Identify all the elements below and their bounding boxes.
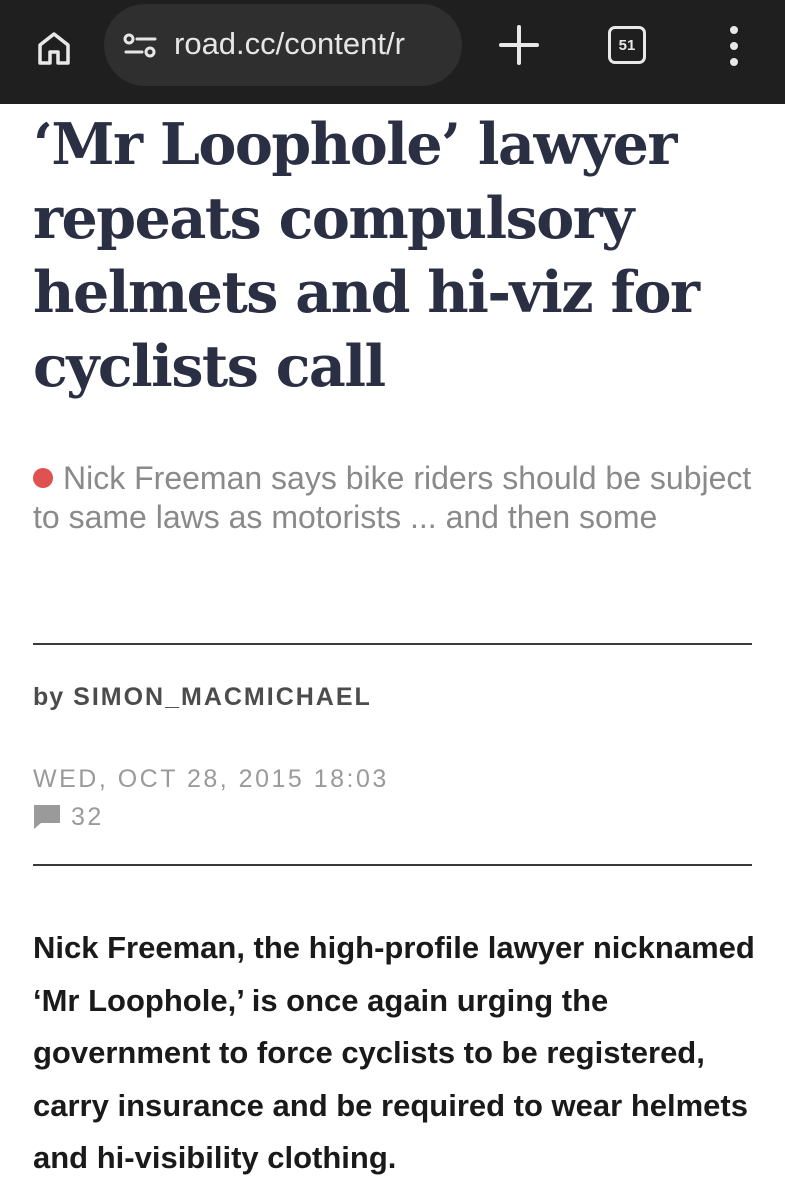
- home-button[interactable]: [30, 24, 78, 72]
- publish-date: WED, OCT 28, 2015 18:03: [33, 765, 389, 793]
- comment-count: 32: [71, 802, 104, 831]
- tune-icon[interactable]: [122, 30, 160, 60]
- red-dot-icon: [33, 468, 53, 488]
- comment-icon: [34, 805, 60, 829]
- article-headline: ‘Mr Loophole’ lawyer repeats compulsory …: [33, 111, 700, 400]
- byline: by SIMON_MACMICHAEL: [33, 683, 372, 712]
- comments-link[interactable]: 32: [33, 802, 104, 832]
- plus-icon[interactable]: [496, 22, 542, 68]
- author-link[interactable]: SIMON_MACMICHAEL: [73, 683, 372, 711]
- standfirst-text: Nick Freeman says bike riders should be …: [33, 460, 752, 535]
- home-icon: [38, 32, 70, 65]
- more-vert-icon[interactable]: [722, 24, 746, 68]
- article-body-paragraph: Nick Freeman, the high-profile lawyer ni…: [33, 930, 755, 1175]
- tab-switcher-button[interactable]: 51: [608, 26, 646, 64]
- byline-prefix: by: [33, 683, 65, 711]
- tab-count: 51: [618, 36, 636, 54]
- article-standfirst: Nick Freeman says bike riders should be …: [33, 459, 753, 537]
- divider-bottom: [33, 864, 752, 866]
- address-bar[interactable]: road.cc/content/r: [104, 4, 462, 86]
- url-text[interactable]: road.cc/content/r: [174, 24, 405, 64]
- browser-toolbar: road.cc/content/r 51: [0, 0, 785, 104]
- divider-top: [33, 643, 752, 645]
